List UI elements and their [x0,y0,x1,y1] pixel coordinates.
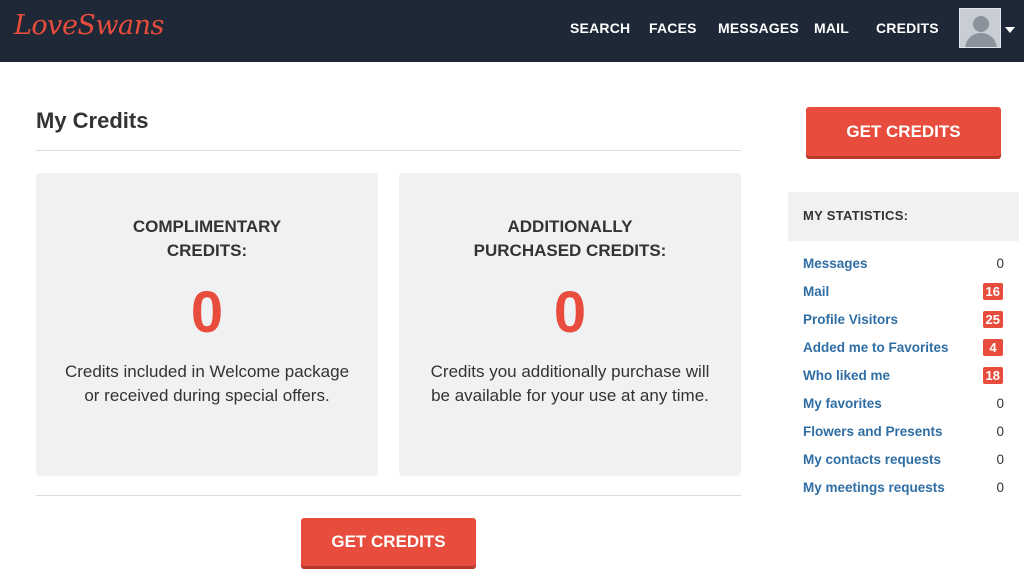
stat-count: 0 [996,424,1004,439]
stat-row-my-favorites[interactable]: My favorites 0 [803,394,1004,414]
nav-item-credits[interactable]: CREDITS [876,20,939,36]
credits-value: 0 [553,280,587,345]
nav-item-faces[interactable]: FACES [649,20,697,36]
card-description: Credits included in Welcome package or r… [64,362,350,405]
stat-label[interactable]: My favorites [803,396,882,411]
stat-count-badge: 25 [982,311,1003,328]
nav-item-mail[interactable]: MAIL [814,20,849,36]
stat-count: 0 [996,256,1004,271]
divider [36,150,741,151]
page-title: My Credits [36,108,149,133]
complimentary-credits-card: COMPLIMENTARY CREDITS: 0 Credits include… [36,173,378,476]
card-title: COMPLIMENTARY CREDITS: [132,217,282,260]
stat-row-mail[interactable]: Mail 16 [803,282,1004,302]
stat-row-flowers-and-presents[interactable]: Flowers and Presents 0 [803,422,1004,442]
stat-label[interactable]: Added me to Favorites [803,340,949,355]
statistics-header: MY STATISTICS: [788,192,1019,241]
stat-row-who-liked-me[interactable]: Who liked me 18 [803,366,1004,386]
card-title: ADDITIONALLY PURCHASED CREDITS: [473,217,667,260]
stat-label[interactable]: My meetings requests [803,480,945,495]
site-logo[interactable]: LoveSwans [14,10,164,41]
stat-count-badge: 4 [983,339,1003,356]
stat-label[interactable]: Messages [803,256,868,271]
stat-count: 0 [996,452,1004,467]
caret-down-icon[interactable] [1005,27,1015,33]
stat-label[interactable]: Profile Visitors [803,312,898,327]
stat-count: 0 [996,396,1004,411]
stat-label[interactable]: My contacts requests [803,452,941,467]
stat-row-profile-visitors[interactable]: Profile Visitors 25 [803,310,1004,330]
stat-label[interactable]: Mail [803,284,829,299]
stat-count-badge: 16 [982,283,1003,300]
stat-count: 0 [996,480,1004,495]
top-navigation-bar: LoveSwans SEARCH FACES MESSAGES MAIL CRE… [0,0,1024,62]
nav-item-messages[interactable]: MESSAGES [718,20,799,36]
stat-row-contacts-requests[interactable]: My contacts requests 0 [803,450,1004,470]
divider [36,495,741,496]
stat-row-meetings-requests[interactable]: My meetings requests 0 [803,478,1004,498]
statistics-title: MY STATISTICS: [803,208,909,223]
credits-value: 0 [190,280,224,345]
purchased-credits-card: ADDITIONALLY PURCHASED CREDITS: 0 Credit… [399,173,741,476]
user-avatar-icon[interactable] [959,8,1001,48]
stat-row-messages[interactable]: Messages 0 [803,254,1004,274]
stat-count-badge: 18 [982,367,1003,384]
nav-item-search[interactable]: SEARCH [570,20,630,36]
get-credits-sidebar-button[interactable]: GET CREDITS [806,107,1001,156]
stat-label[interactable]: Who liked me [803,368,890,383]
card-description: Credits you additionally purchase will b… [430,362,710,405]
stat-row-added-to-favorites[interactable]: Added me to Favorites 4 [803,338,1004,358]
stat-label[interactable]: Flowers and Presents [803,424,943,439]
get-credits-button[interactable]: GET CREDITS [301,518,476,566]
